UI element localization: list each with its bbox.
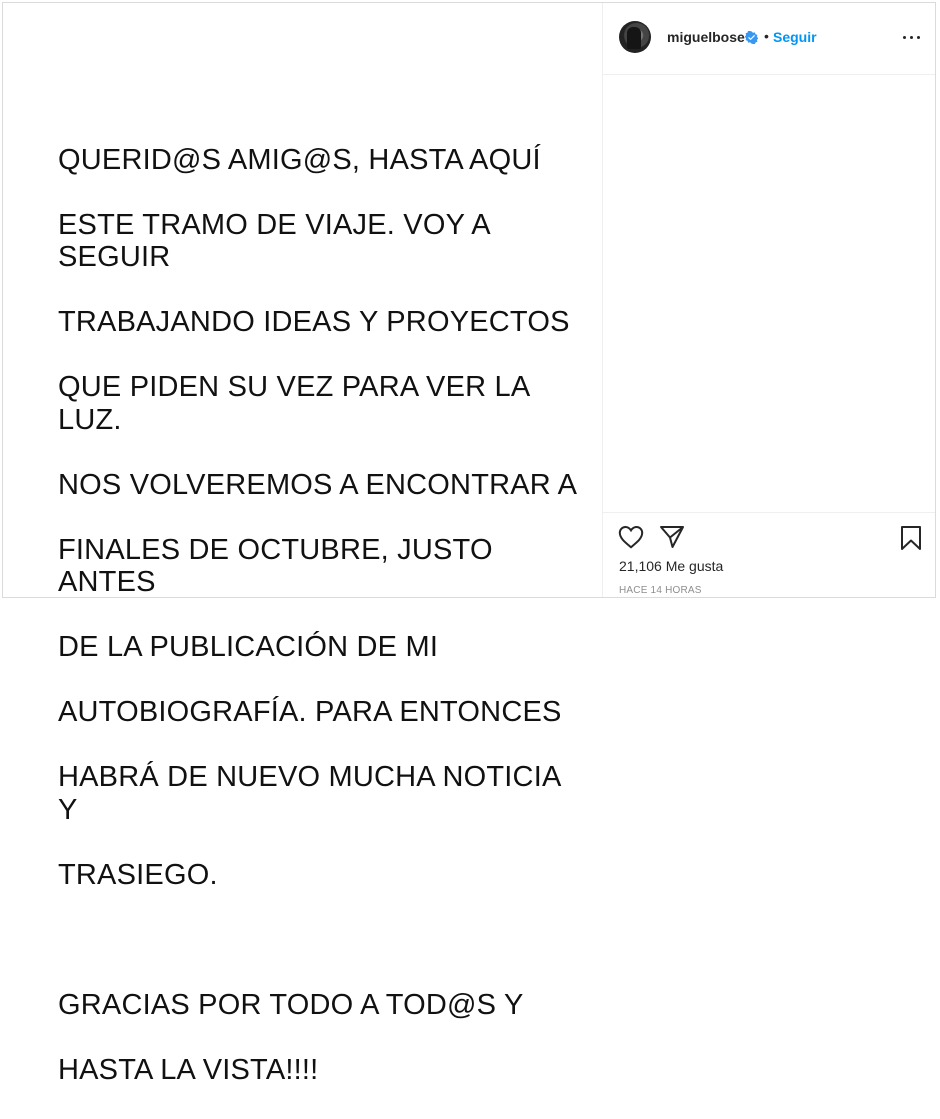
post-text-line: GRACIAS POR TODO A TOD@S Y [58, 988, 524, 1021]
follow-button[interactable]: Seguir [773, 29, 817, 45]
post-text-line: HABRÁ DE NUEVO MUCHA NOTICIA Y [58, 761, 560, 826]
avatar[interactable] [619, 21, 651, 53]
post-text-line: HASTA LA VISTA!!!! [58, 1053, 319, 1086]
username-link[interactable]: miguelbose [667, 29, 745, 45]
post-image[interactable]: QUERID@S AMIG@S, HASTA AQUÍ ESTE TRAMO D… [3, 3, 603, 1086]
likes-label: Me gusta [665, 558, 724, 574]
post-header: miguelbose • Seguir [603, 3, 935, 75]
post-text-line: TRABAJANDO IDEAS Y PROYECTOS [58, 306, 570, 338]
likes-number: 21,106 [619, 558, 662, 574]
post-text-line: TRASIEGO. [58, 858, 218, 891]
post-image-text: QUERID@S AMIG@S, HASTA AQUÍ ESTE TRAMO D… [58, 111, 578, 1119]
likes-count[interactable]: 21,106 Me gusta [619, 558, 723, 574]
post-actions: 21,106 Me gusta HACE 14 HORAS [603, 512, 935, 598]
post-sidebar: miguelbose • Seguir 21,106 Me gusta HACE… [603, 3, 935, 597]
separator-dot: • [764, 28, 769, 44]
post-text-line: QUERID@S AMIG@S, HASTA AQUÍ [58, 143, 541, 176]
paper-plane-icon[interactable] [659, 525, 685, 549]
verified-badge-icon [745, 31, 758, 44]
comments-area[interactable] [603, 75, 935, 512]
post-text-line: QUE PIDEN SU VEZ PARA VER LA LUZ. [58, 371, 529, 436]
post-text-line [58, 924, 578, 957]
more-options-icon[interactable] [902, 27, 922, 47]
post-text-line: DE LA PUBLICACIÓN DE MI [58, 631, 439, 663]
post-text-line: AUTOBIOGRAFÍA. PARA ENTONCES [58, 696, 562, 728]
post-text-line: FINALES DE OCTUBRE, JUSTO ANTES [58, 533, 493, 599]
post-text-line: ESTE TRAMO DE VIAJE. VOY A SEGUIR [58, 208, 490, 274]
post-card: QUERID@S AMIG@S, HASTA AQUÍ ESTE TRAMO D… [2, 2, 936, 1086]
post-timestamp[interactable]: HACE 14 HORAS [619, 585, 702, 596]
heart-icon[interactable] [618, 525, 644, 549]
post-text-line: NOS VOLVEREMOS A ENCONTRAR A [58, 468, 578, 501]
bookmark-icon[interactable] [900, 525, 922, 551]
